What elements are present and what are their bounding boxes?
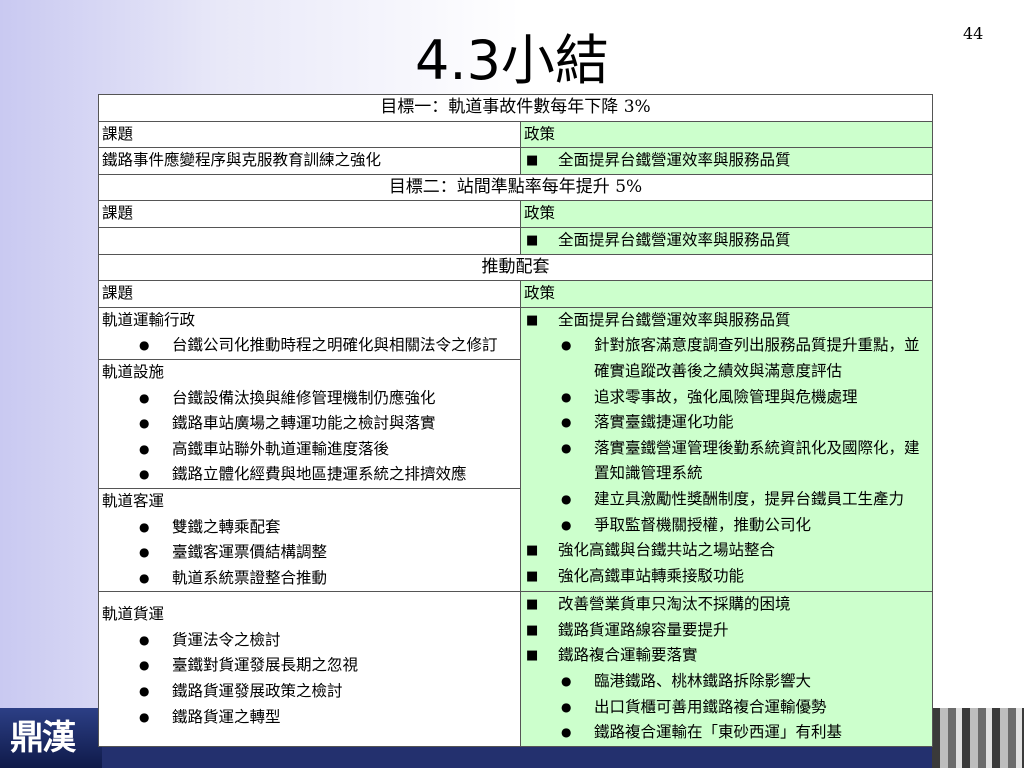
policy-sub-item: 鐵路複合運輸在「東砂西運」有利基 xyxy=(524,720,929,746)
goal-1-policy-cell: 全面提昇台鐵營運效率與服務品質 xyxy=(520,147,933,175)
topic-item: 高鐵車站聯外軌道運輸進度落後 xyxy=(102,437,517,463)
package-policies-upper: 全面提昇台鐵營運效率與服務品質 針對旅客滿意度調查列出服務品質提升重點，並確實追… xyxy=(520,306,933,593)
policy-item: 鐵路貨運路線容量要提升 xyxy=(524,618,929,644)
goal-2-policy: 全面提昇台鐵營運效率與服務品質 xyxy=(524,228,929,254)
package-policies-lower: 改善營業貨車只淘汰不採購的困境 鐵路貨運路線容量要提升 鐵路複合運輸要落實 臨港… xyxy=(520,591,933,747)
policy-sub-item: 落實臺鐵捷運化功能 xyxy=(524,410,929,436)
policy-sub-item: 爭取監督機關授權，推動公司化 xyxy=(524,513,929,539)
category-block: 軌道客運 雙鐵之轉乘配套 臺鐵客運票價結構調整 軌道系統票證整合推動 xyxy=(99,489,520,591)
topic-item: 臺鐵客運票價結構調整 xyxy=(102,540,517,566)
policy-item: 強化高鐵車站轉乘接駁功能 xyxy=(524,564,929,590)
package-heading: 推動配套 xyxy=(98,253,933,282)
goal-2-heading: 目標二：站間準點率每年提升 5% xyxy=(98,173,933,202)
goal-2-topic xyxy=(98,226,521,255)
category-block: 軌道設施 台鐵設備汰換與維修管理機制仍應強化 鐵路車站廣場之轉運功能之檢討與落實… xyxy=(99,360,520,489)
goal-2-policy-cell: 全面提昇台鐵營運效率與服務品質 xyxy=(520,226,933,255)
category-title: 軌道貨運 xyxy=(102,605,165,624)
slide-title: 4.3小結 xyxy=(415,29,609,92)
policy-sub-item: 建立具激勵性獎酬制度，提昇台鐵員工生產力 xyxy=(524,487,929,513)
goal-1-topic-label: 課題 xyxy=(98,120,521,149)
goal-1-policy-label: 政策 xyxy=(520,120,933,149)
package-topic-label: 課題 xyxy=(98,280,521,308)
topic-item: 軌道系統票證整合推動 xyxy=(102,566,517,592)
package-topics-upper: 軌道運輸行政 台鐵公司化推動時程之明確化與相關法令之修訂 軌道設施 台鐵設備汰換… xyxy=(98,306,521,593)
topic-item: 臺鐵對貨運發展長期之忽視 xyxy=(102,653,517,679)
topic-item: 鐵路貨運之轉型 xyxy=(102,705,517,731)
policy-item: 鐵路複合運輸要落實 xyxy=(524,643,929,669)
policy-sub-item: 出口貨櫃可善用鐵路複合運輸優勢 xyxy=(524,695,929,721)
policy-sub-item: 落實臺鐵營運管理後勤系統資訊化及國際化，建置知識管理系統 xyxy=(524,436,929,487)
topic-item: 鐵路車站廣場之轉運功能之檢討與落實 xyxy=(102,411,517,437)
logo: 鼎漢 xyxy=(0,708,102,768)
topic-item: 雙鐵之轉乘配套 xyxy=(102,515,517,541)
topic-item: 貨運法令之檢討 xyxy=(102,628,517,654)
category-block: 軌道運輸行政 台鐵公司化推動時程之明確化與相關法令之修訂 xyxy=(99,308,520,360)
footer-photo xyxy=(932,708,1024,768)
package-policy-label: 政策 xyxy=(520,280,933,308)
topic-item: 台鐵公司化推動時程之明確化與相關法令之修訂 xyxy=(102,333,517,359)
policy-sub-item: 追求零事故，強化風險管理與危機處理 xyxy=(524,385,929,411)
goal-2-policy-label: 政策 xyxy=(520,200,933,228)
goal-1-topic: 鐵路事件應變程序與克服教育訓練之強化 xyxy=(98,147,521,175)
summary-table: 目標一：軌道事故件數每年下降 3% 課題 政策 鐵路事件應變程序與克服教育訓練之… xyxy=(98,94,933,747)
topic-item: 台鐵設備汰換與維修管理機制仍應強化 xyxy=(102,386,517,412)
policy-item: 全面提昇台鐵營運效率與服務品質 xyxy=(524,308,929,334)
goal-1-policy: 全面提昇台鐵營運效率與服務品質 xyxy=(524,148,929,174)
category-title: 軌道客運 xyxy=(102,491,165,510)
package-topics-lower: 軌道貨運 貨運法令之檢討 臺鐵對貨運發展長期之忽視 鐵路貨運發展政策之檢討 鐵路… xyxy=(98,591,521,747)
topic-item: 鐵路立體化經費與地區捷運系統之排擠效應 xyxy=(102,462,517,488)
policy-sub-item: 臨港鐵路、桃林鐵路拆除影響大 xyxy=(524,669,929,695)
category-title: 軌道運輸行政 xyxy=(102,310,196,329)
topic-item: 鐵路貨運發展政策之檢討 xyxy=(102,679,517,705)
policy-item: 強化高鐵與台鐵共站之場站整合 xyxy=(524,538,929,564)
goal-1-heading: 目標一：軌道事故件數每年下降 3% xyxy=(98,94,933,122)
policy-item: 改善營業貨車只淘汰不採購的困境 xyxy=(524,592,929,618)
goal-2-topic-label: 課題 xyxy=(98,200,521,228)
policy-sub-item: 針對旅客滿意度調查列出服務品質提升重點，並確實追蹤改善後之績效與滿意度評估 xyxy=(524,333,929,384)
category-title: 軌道設施 xyxy=(102,362,165,381)
